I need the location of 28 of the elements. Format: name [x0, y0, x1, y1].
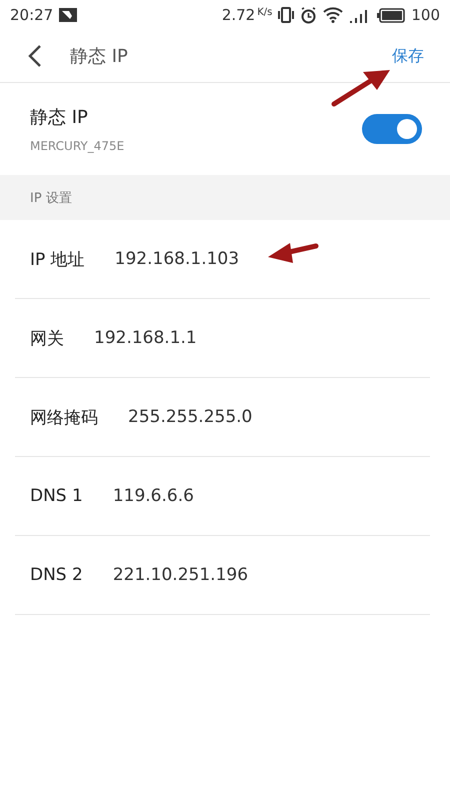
network-name: MERCURY_475E [30, 139, 126, 153]
annotation-arrow [268, 243, 318, 263]
speed-unit: K/s [257, 6, 272, 18]
field-label: 网络掩码 [30, 406, 98, 428]
field-label: 网关 [30, 328, 64, 350]
field-value[interactable]: 119.6.6.6 [112, 486, 194, 506]
battery-level: 100 [411, 6, 440, 24]
vibrate-icon [278, 7, 294, 23]
save-button[interactable]: 保存 [388, 42, 428, 70]
setting-title: 静态 IP [30, 106, 89, 129]
toggle-switch[interactable] [362, 114, 422, 144]
field-value[interactable]: 221.10.251.196 [112, 565, 248, 585]
field-label: IP 地址 [30, 248, 85, 270]
page-title: 静态 IP [70, 45, 128, 68]
field-label: DNS 1 [30, 486, 83, 506]
alarm-icon [300, 6, 318, 24]
network-speed: 2.72 [222, 6, 256, 24]
section-header: IP 设置 [0, 175, 450, 220]
picture-notification-icon [59, 8, 78, 22]
annotation-arrow [332, 70, 390, 106]
field-value[interactable]: 192.168.1.1 [94, 328, 197, 348]
field-value[interactable]: 255.255.255.0 [128, 407, 252, 427]
wifi-icon [323, 7, 344, 23]
field-label: DNS 2 [30, 565, 83, 585]
time: 20:27 [10, 6, 54, 24]
back-icon[interactable] [28, 44, 42, 68]
field-value[interactable]: 192.168.1.103 [114, 249, 240, 269]
battery-icon [377, 8, 406, 22]
